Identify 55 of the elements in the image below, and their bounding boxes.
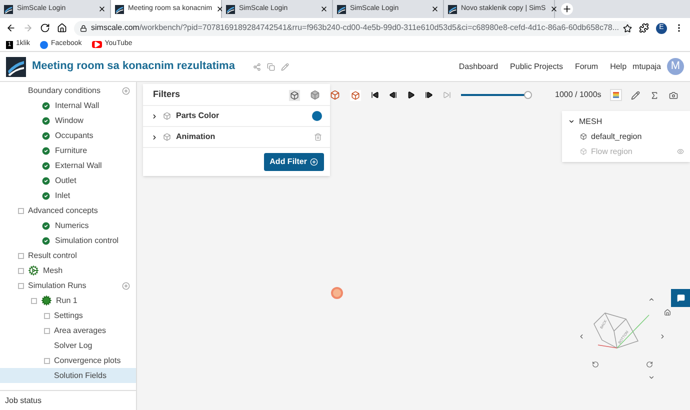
tree-label: Outlet bbox=[55, 174, 76, 186]
tree-label: Solver Log bbox=[54, 340, 92, 352]
tree-label: Convergence plots bbox=[54, 354, 121, 366]
time-reading: 1000 / 1000s bbox=[555, 89, 602, 101]
address-bar[interactable]: simscale.com/workbench/?pid=7078169189284742541&rru=f963b240-cd00-4e5b-99d0-311e610d53d5&ci=c68980e8-cefd-4d1c-86a6-60db658c78... bbox=[74, 20, 632, 36]
region-item[interactable]: default_region bbox=[562, 129, 690, 144]
url-text: simscale.com/workbench/?pid=7078169189284742541&rru=f963b240-cd00-4e5b-99d0-311e610d53d5&ci=c68980e8-cefd-4d1c-86a6-60db658c78... bbox=[91, 22, 620, 34]
tree-label: Solution Fields bbox=[54, 370, 106, 382]
tree-item[interactable]: Boundary conditions bbox=[0, 83, 136, 98]
tree-item[interactable]: External Wall bbox=[0, 158, 136, 173]
tree-label: Simulation control bbox=[55, 234, 119, 246]
tree-label: Occupants bbox=[55, 130, 94, 142]
nav-link[interactable]: Public Projects bbox=[510, 60, 563, 72]
tree-item[interactable]: Furniture bbox=[0, 143, 136, 158]
tree-item[interactable]: Simulation control bbox=[0, 233, 136, 248]
project-title: Meeting room sa konacnim rezultatima bbox=[32, 59, 235, 74]
tree-label: Boundary conditions bbox=[28, 84, 100, 96]
tree-item[interactable]: Simulation Runs bbox=[0, 278, 136, 293]
nav-link[interactable]: Help bbox=[610, 60, 627, 72]
tree-item[interactable]: Outlet bbox=[0, 173, 136, 188]
tree-item[interactable]: Result control bbox=[0, 248, 136, 263]
tree-label: Inlet bbox=[55, 190, 70, 202]
tree-item[interactable]: Settings bbox=[0, 308, 136, 323]
tree-label: Window bbox=[55, 114, 84, 126]
filter-row[interactable]: Animation bbox=[143, 127, 330, 148]
tree-label: Settings bbox=[54, 310, 83, 322]
tree-label: Result control bbox=[28, 250, 77, 262]
tree-item[interactable]: Numerics bbox=[0, 218, 136, 233]
tree-item[interactable]: Occupants bbox=[0, 128, 136, 143]
tree-item[interactable]: Internal Wall bbox=[0, 98, 136, 113]
tree-item[interactable]: Solution Fields bbox=[0, 368, 136, 383]
panel-title: Filters bbox=[153, 88, 180, 101]
tree-item[interactable]: Mesh bbox=[0, 263, 136, 278]
tree-label: Simulation Runs bbox=[28, 280, 86, 292]
nav-link[interactable]: Dashboard bbox=[458, 60, 498, 72]
tree-label: Furniture bbox=[55, 144, 88, 156]
tree-item[interactable]: Window bbox=[0, 113, 136, 128]
tree-item[interactable]: Inlet bbox=[0, 188, 136, 203]
tree-label: Numerics bbox=[55, 220, 89, 232]
tree-label: Area averages bbox=[54, 324, 106, 336]
tree-item[interactable]: Advanced concepts bbox=[0, 203, 136, 218]
panel-title: MESH bbox=[579, 116, 602, 128]
tree-label: Advanced concepts bbox=[28, 204, 98, 216]
filter-row[interactable]: Parts Color bbox=[143, 106, 330, 127]
tree-label: External Wall bbox=[55, 160, 102, 172]
tree-label: Run 1 bbox=[56, 294, 78, 306]
tree-label: Mesh bbox=[43, 264, 63, 276]
tree-label: Internal Wall bbox=[55, 100, 100, 112]
nav-link[interactable]: Forum bbox=[574, 60, 598, 72]
tree-item[interactable]: Area averages bbox=[0, 323, 136, 338]
add-filter-button[interactable]: Add Filter bbox=[264, 153, 324, 171]
username[interactable]: mtupaja bbox=[632, 60, 661, 72]
tree-item[interactable]: Run 1 bbox=[0, 293, 136, 308]
tree-item[interactable]: Solver Log bbox=[0, 338, 136, 353]
tree-item[interactable]: Convergence plots bbox=[0, 353, 136, 368]
